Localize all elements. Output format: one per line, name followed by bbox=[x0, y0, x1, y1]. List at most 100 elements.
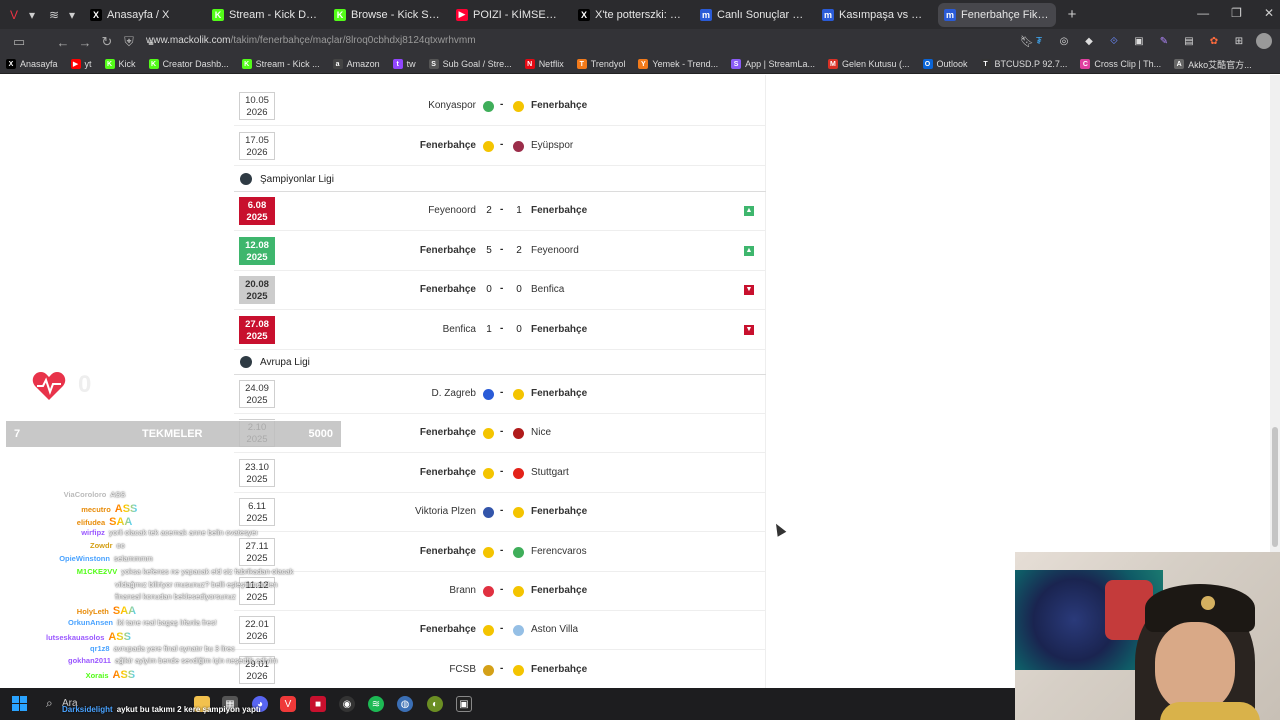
home-team[interactable]: Fenerbahçe bbox=[420, 140, 476, 151]
forward-icon[interactable]: → bbox=[74, 35, 96, 50]
extension-icon[interactable]: ⟐ bbox=[1106, 33, 1122, 49]
fixture-row[interactable]: 12.08 2025 Fenerbahçe Feyenoord 5 2 ▲ - bbox=[234, 232, 766, 271]
browser-tab[interactable]: K Stream - Kick Dashboard bbox=[206, 3, 324, 27]
extension-icon[interactable]: ✿ bbox=[1206, 33, 1222, 49]
extension-icon[interactable]: ₮ bbox=[1031, 33, 1047, 49]
away-team[interactable]: Fenerbahçe bbox=[531, 506, 587, 517]
away-team[interactable]: Fenerbahçe bbox=[531, 585, 587, 596]
extension-icon[interactable]: ▤ bbox=[1181, 33, 1197, 49]
bookmark-item[interactable]: S App | StreamLa... bbox=[731, 59, 815, 69]
spotify-icon[interactable]: ≋ bbox=[368, 696, 384, 712]
home-team[interactable]: Fenerbahçe bbox=[420, 546, 476, 557]
streamlabs-icon[interactable]: ■ bbox=[310, 696, 326, 712]
fixture-row[interactable]: 23.10 2025 Fenerbahçe Stuttgart - bbox=[234, 454, 766, 493]
away-team[interactable]: Ferencvaros bbox=[531, 546, 587, 557]
chevron-down-icon[interactable]: ▾ bbox=[24, 7, 40, 23]
bookmark-item[interactable]: C Cross Clip | Th... bbox=[1080, 59, 1161, 69]
bookmark-item[interactable]: O Outlook bbox=[922, 59, 968, 69]
bookmark-item[interactable]: ▶ yt bbox=[70, 59, 92, 69]
extension-icon[interactable]: ◆ bbox=[1081, 33, 1097, 49]
away-team[interactable]: Feyenoord bbox=[531, 245, 579, 256]
home-team[interactable]: D. Zagreb bbox=[432, 388, 476, 399]
extension-icon[interactable]: ◎ bbox=[1056, 33, 1072, 49]
home-team[interactable]: Fenerbahçe bbox=[420, 624, 476, 635]
away-team[interactable]: Nice bbox=[531, 427, 551, 438]
home-team[interactable]: Viktoria Plzen bbox=[415, 506, 476, 517]
home-team[interactable]: Konyaspor bbox=[428, 100, 476, 111]
away-team[interactable]: Stuttgart bbox=[531, 467, 569, 478]
maximize-icon[interactable]: ❐ bbox=[1231, 6, 1242, 20]
home-team[interactable]: Fenerbahçe bbox=[420, 284, 476, 295]
bookmark-item[interactable]: K Stream - Kick ... bbox=[241, 59, 320, 69]
extensions-icon[interactable]: ⊞ bbox=[1231, 33, 1247, 49]
obs-icon[interactable]: ◉ bbox=[339, 696, 355, 712]
extension-icon[interactable]: ▣ bbox=[1131, 33, 1147, 49]
away-team[interactable]: Benfica bbox=[531, 284, 564, 295]
home-team[interactable]: Benfica bbox=[443, 324, 476, 335]
away-team[interactable]: Eyüpspor bbox=[531, 140, 573, 151]
app-icon[interactable]: ▣ bbox=[456, 696, 472, 712]
minimize-icon[interactable]: — bbox=[1197, 6, 1209, 20]
bookmark-item[interactable]: K Creator Dashb... bbox=[148, 59, 229, 69]
bookmark-item[interactable]: A Akko艾酷官方... bbox=[1174, 58, 1252, 71]
chevron-down-icon[interactable]: ▾ bbox=[64, 7, 80, 23]
bookmark-item[interactable]: t tw bbox=[392, 59, 416, 69]
away-team[interactable]: Fenerbahçe bbox=[531, 324, 587, 335]
vivaldi-icon[interactable]: V bbox=[280, 696, 296, 712]
match-date: 23.10 2025 bbox=[239, 458, 275, 487]
browser-tab[interactable]: m Canlı Sonuçlar - İddaa Sonu bbox=[694, 3, 812, 27]
app-icon[interactable]: ◐ bbox=[427, 696, 443, 712]
browser-tab[interactable]: X X'te potterszki: "fenerliler... bbox=[572, 3, 690, 27]
fixture-row[interactable]: 20.08 2025 Fenerbahçe Benfica 0 0 ▼ - bbox=[234, 271, 766, 310]
avatar[interactable] bbox=[1256, 33, 1272, 49]
back-icon[interactable]: ← bbox=[52, 35, 74, 50]
away-team[interactable]: Aston Villa bbox=[531, 624, 578, 635]
new-tab-button[interactable]: + bbox=[1064, 6, 1080, 23]
browser-tab[interactable]: K Browse - Kick Streaming bbox=[328, 3, 446, 27]
away-team[interactable]: Fenerbahçe bbox=[531, 100, 587, 111]
home-team[interactable]: Brann bbox=[449, 585, 476, 596]
bookmark-item[interactable]: Y Yemek - Trend... bbox=[638, 59, 718, 69]
fixture-row[interactable]: 24.09 2025 D. Zagreb Fenerbahçe - bbox=[234, 375, 766, 414]
chat-line: Zowdr oo bbox=[90, 541, 125, 550]
bookmark-item[interactable]: K Kick bbox=[104, 59, 136, 69]
home-team[interactable]: Fenerbahçe bbox=[420, 467, 476, 478]
url-field[interactable]: www.mackolik.com/takim/fenerbahçe/maçlar… bbox=[146, 35, 1026, 46]
away-team[interactable]: Fenerbahçe bbox=[531, 388, 587, 399]
chat-username: OrkunAnsen bbox=[68, 618, 114, 627]
bookmark-item[interactable]: T BTCUSD.P 92.7... bbox=[980, 59, 1067, 69]
tab-stack-icon[interactable]: ≋ bbox=[46, 7, 62, 23]
browser-tab[interactable]: X Anasayfa / X bbox=[84, 3, 202, 27]
fixture-row[interactable]: 27.08 2025 Benfica Fenerbahçe 1 0 ▼ - bbox=[234, 311, 766, 350]
fixture-row[interactable]: 10.05 2026 Konyaspor Fenerbahçe - bbox=[234, 87, 766, 126]
home-team[interactable]: Fenerbahçe bbox=[420, 427, 476, 438]
panel-toggle-icon[interactable]: ▭ bbox=[8, 34, 30, 50]
extension-icon[interactable]: ✎ bbox=[1156, 33, 1172, 49]
bookmark-item[interactable]: a Amazon bbox=[332, 59, 380, 69]
bookmark-item[interactable]: T Trendyol bbox=[576, 59, 625, 69]
vivaldi-menu-icon[interactable]: V bbox=[6, 7, 22, 23]
bookmark-label: Stream - Kick ... bbox=[255, 59, 320, 69]
home-team[interactable]: Feyenoord bbox=[428, 205, 476, 216]
bookmark-item[interactable]: M Gelen Kutusu (... bbox=[827, 59, 910, 69]
bookmark-item[interactable]: X Anasayfa bbox=[6, 59, 58, 69]
away-team[interactable]: Fenerbahçe bbox=[531, 205, 587, 216]
close-icon[interactable]: ✕ bbox=[1264, 6, 1274, 20]
away-team[interactable]: Fenerbahçe bbox=[531, 664, 587, 675]
reload-icon[interactable]: ↻ bbox=[96, 34, 118, 50]
scrollbar-thumb[interactable] bbox=[1272, 427, 1278, 547]
bookmark-item[interactable]: S Sub Goal / Stre... bbox=[428, 59, 512, 69]
browser-tab[interactable]: m Kasımpaşa vs Fenerbahçe bbox=[816, 3, 934, 27]
fixture-row[interactable]: 17.05 2026 Fenerbahçe Eyüpspor - bbox=[234, 127, 766, 166]
shield-icon[interactable]: ⛨ bbox=[118, 34, 140, 50]
windows-start-button[interactable] bbox=[12, 696, 28, 712]
home-team[interactable]: Fenerbahçe bbox=[420, 245, 476, 256]
bookmark-item[interactable]: N Netflix bbox=[524, 59, 564, 69]
home-team[interactable]: FCSB bbox=[449, 664, 476, 675]
app-icon[interactable]: ◍ bbox=[397, 696, 413, 712]
fixture-row[interactable]: 6.08 2025 Feyenoord Fenerbahçe 2 1 ▲ - bbox=[234, 192, 766, 231]
browser-tab[interactable]: m Fenerbahçe Fikstür | Macko bbox=[938, 2, 1056, 27]
chat-message: yoksa kefenss ne yapacak eld siz fabrika… bbox=[121, 566, 294, 576]
browser-tab[interactable]: ▶ POIZI - KİMSELER DUYMAS bbox=[450, 3, 568, 27]
bookmark-favicon-icon: O bbox=[922, 59, 933, 69]
